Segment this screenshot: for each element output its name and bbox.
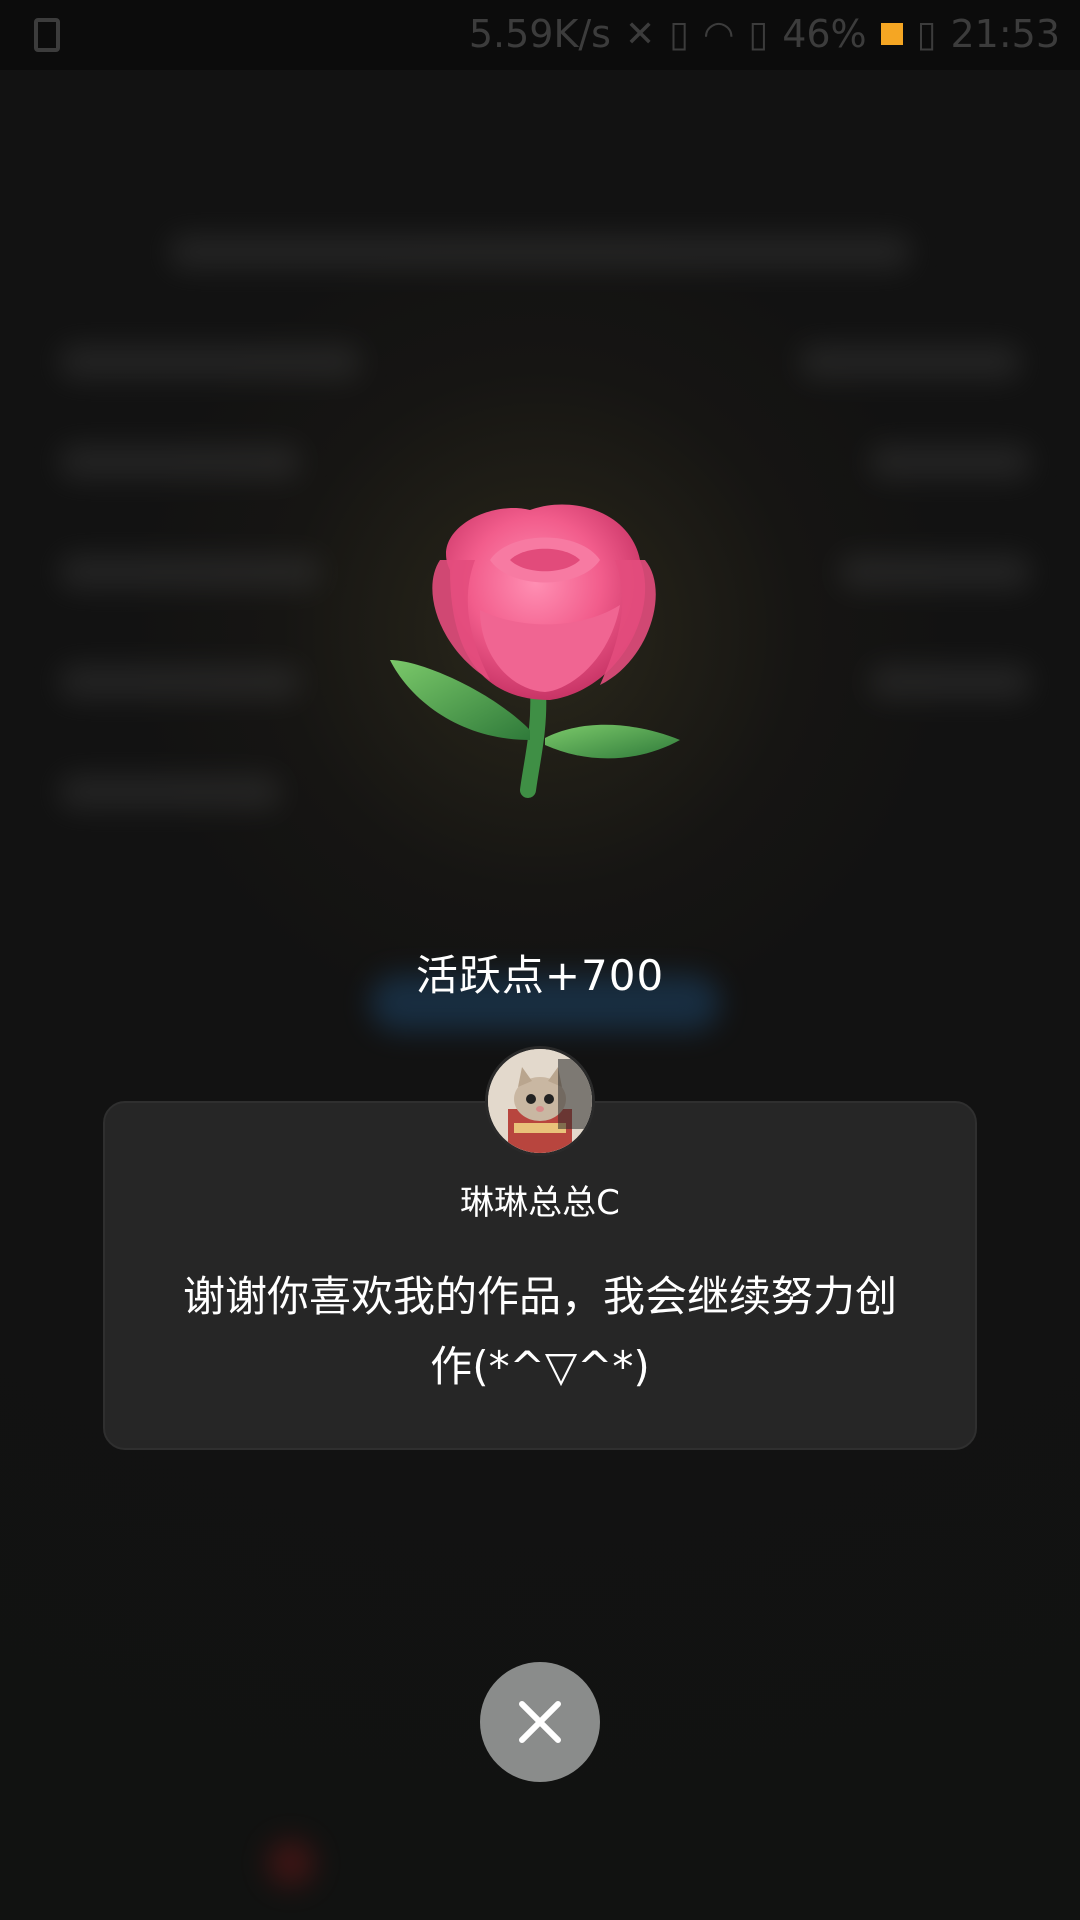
battery-percent: 46%	[782, 12, 867, 56]
gift-thanks-screen: 5.59K/s ✕ ▯ ◠ ▯ 46% ▯ 21:53 活跃点+700 琳琳总总…	[0, 0, 1080, 1920]
close-icon	[519, 1701, 561, 1743]
mute-icon: ✕	[624, 13, 656, 55]
rose-icon	[380, 490, 720, 810]
sim-icon: ▯	[748, 13, 769, 55]
wifi-icon: ◠	[702, 13, 735, 55]
status-bar-right: 5.59K/s ✕ ▯ ◠ ▯ 46% ▯ 21:53	[469, 12, 1060, 56]
username: 琳琳总总C	[460, 1183, 620, 1223]
avatar[interactable]	[485, 1046, 595, 1156]
thank-you-message: 谢谢你喜欢我的作品，我会继续努力创作(*^▽^*)	[182, 1272, 897, 1391]
network-speed: 5.59K/s	[468, 12, 611, 56]
vibrate-icon: ▯	[669, 13, 689, 55]
notification-icon	[34, 18, 60, 52]
battery-icon: ▯	[916, 13, 937, 55]
orange-indicator-icon	[880, 23, 903, 45]
status-bar: 5.59K/s ✕ ▯ ◠ ▯ 46% ▯ 21:53	[0, 0, 1080, 70]
activity-points-label: 活跃点+700	[415, 951, 665, 1000]
close-button[interactable]	[480, 1662, 600, 1782]
clock: 21:53	[950, 12, 1060, 56]
